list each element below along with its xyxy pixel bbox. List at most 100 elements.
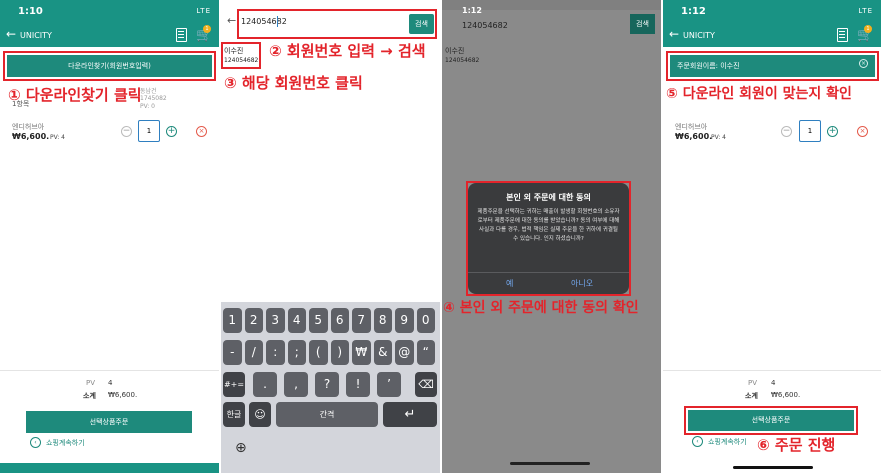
continue-shopping-link[interactable]: 쇼핑계속하기 [46, 438, 85, 448]
item-price: ₩6,600. [12, 132, 50, 141]
search-input[interactable]: 124054682 [462, 21, 508, 30]
status-network: LTE [196, 7, 211, 15]
dialog-no-button[interactable]: 아니오 [571, 278, 593, 289]
app-bar: ← UNICITY 🛒 1 [0, 24, 219, 47]
find-downline-button[interactable]: 다운라인찾기(회원번호입력) [7, 55, 212, 77]
ghost-text: 1745082 [140, 95, 167, 102]
result-name[interactable]: 이수진 [224, 46, 243, 56]
item-name: 엔디허브아 [675, 123, 708, 131]
keyboard-key[interactable]: ) [330, 340, 349, 365]
emoji-icon[interactable]: ☺ [249, 402, 271, 427]
remove-icon[interactable]: × [857, 126, 868, 137]
dialog-title: 본인 외 주문에 대한 동의 [506, 193, 591, 202]
keyboard-key[interactable]: 0 [416, 308, 435, 333]
keyboard-key[interactable]: 9 [395, 308, 414, 333]
plus-icon[interactable]: + [166, 126, 177, 137]
keyboard-key[interactable]: ; [287, 340, 306, 365]
keyboard-key[interactable]: ( [309, 340, 328, 365]
status-time: 1:12 [681, 6, 706, 17]
plus-icon[interactable]: + [827, 126, 838, 137]
order-selected-button[interactable]: 선택상품주문 [688, 410, 854, 431]
item-pv: PV: 4 [50, 134, 65, 141]
cart-badge: 1 [203, 25, 211, 33]
item-name: 엔디허브아 [12, 123, 45, 131]
keyboard-key[interactable]: ’ [377, 372, 401, 397]
keyboard-key[interactable]: & [373, 340, 392, 365]
keyboard-key[interactable]: 6 [330, 308, 349, 333]
continue-shopping-link[interactable]: 쇼핑계속하기 [708, 437, 747, 447]
order-member-field[interactable]: 주문회원이름: 이수진 [670, 55, 875, 77]
chevron-left-icon: ‹ [692, 436, 703, 447]
app-bar: ← UNICITY 🛒 1 [663, 24, 881, 47]
order-selected-button[interactable]: 선택상품주문 [26, 411, 192, 433]
keyboard-key[interactable]: 5 [309, 308, 328, 333]
keyboard-key[interactable]: - [223, 340, 242, 365]
quantity-field[interactable]: 1 [138, 120, 160, 142]
key-symbols[interactable]: #+= [223, 372, 245, 397]
status-network: LTE [858, 7, 873, 15]
keyboard-key[interactable]: 1 [223, 308, 242, 333]
ghost-text: PV: 0 [140, 103, 155, 110]
key-language[interactable]: 한글 [223, 402, 245, 427]
divider [0, 370, 219, 371]
backspace-icon[interactable]: ⌫ [415, 372, 437, 397]
home-indicator [510, 462, 590, 465]
sum-pv-label: PV [748, 379, 758, 387]
keyboard-key[interactable]: ? [315, 372, 339, 397]
document-icon[interactable] [837, 28, 848, 42]
keyboard-key[interactable]: : [266, 340, 285, 365]
keyboard-key[interactable]: 7 [352, 308, 371, 333]
keyboard-key[interactable]: 3 [266, 308, 285, 333]
screen-2: ← 124054682 검색 ② 회원번호 입력 → 검색 이수진 124054… [221, 0, 440, 473]
search-button[interactable]: 검색 [630, 14, 655, 34]
result-id[interactable]: 124054682 [445, 57, 479, 64]
remove-icon[interactable]: × [196, 126, 207, 137]
divider [663, 370, 881, 371]
key-space[interactable]: 간격 [276, 402, 378, 427]
keyboard-key[interactable]: 2 [244, 308, 263, 333]
dialog-yes-button[interactable]: 예 [506, 278, 513, 289]
result-name[interactable]: 이수진 [445, 46, 464, 56]
return-icon[interactable]: ↵ [383, 402, 437, 427]
screen-4: 1:12 LTE ← UNICITY 🛒 1 주문회원이름: 이수진 × ⑤ 다… [663, 0, 881, 473]
sum-pv-value: 4 [771, 379, 776, 387]
sum-total-value: ₩6,600. [108, 391, 138, 399]
keyboard-key[interactable]: 4 [287, 308, 306, 333]
step-4-label: ④ 본인 외 주문에 대한 동의 확인 [443, 300, 639, 316]
globe-icon[interactable]: ⊕ [235, 440, 247, 456]
result-id[interactable]: 124054682 [224, 57, 258, 64]
document-icon[interactable] [176, 28, 187, 42]
minus-icon[interactable]: − [781, 126, 792, 137]
ghost-text: 동남건 [140, 88, 157, 95]
keyboard-key[interactable]: @ [395, 340, 414, 365]
item-price: ₩6,600. [675, 132, 713, 141]
keyboard-key[interactable]: ₩ [352, 340, 371, 365]
keyboard-key[interactable]: . [253, 372, 277, 397]
app-title: UNICITY [683, 31, 715, 40]
status-bar: 1:12 LTE [663, 0, 881, 24]
search-input[interactable]: 124054682 [241, 17, 287, 26]
keyboard: 1234567890 - /:;() ₩ & @ “ .,?! ’ #+= ⌫ 한글 ☺ 간… [221, 302, 440, 473]
search-button[interactable]: 검색 [409, 14, 434, 34]
status-bar: 1:10 LTE [0, 0, 219, 24]
clear-icon[interactable]: × [859, 59, 868, 68]
minus-icon[interactable]: − [121, 126, 132, 137]
chevron-left-icon: ‹ [30, 437, 41, 448]
cart-badge: 1 [864, 25, 872, 33]
keyboard-key[interactable]: , [284, 372, 308, 397]
step-6-label: ⑥ 주문 진행 [757, 436, 836, 454]
quantity-field[interactable]: 1 [799, 120, 821, 142]
back-arrow-icon[interactable]: ← [227, 14, 236, 27]
status-time: 1:10 [18, 6, 43, 17]
back-arrow-icon[interactable]: ← [6, 27, 16, 41]
back-arrow-icon[interactable]: ← [669, 27, 679, 41]
keyboard-key[interactable]: ! [346, 372, 370, 397]
keyboard-key[interactable]: 8 [373, 308, 392, 333]
sum-total-label: 소계 [745, 392, 758, 400]
consent-dialog: 본인 외 주문에 대한 동의 제품주문을 선택하는 귀하는 매출이 발생할 회원… [468, 183, 629, 294]
keyboard-key[interactable]: “ [416, 340, 435, 365]
bottom-bar [0, 463, 219, 473]
sum-total-label: 소계 [83, 392, 96, 400]
keyboard-key[interactable]: / [244, 340, 263, 365]
home-indicator [733, 466, 813, 469]
